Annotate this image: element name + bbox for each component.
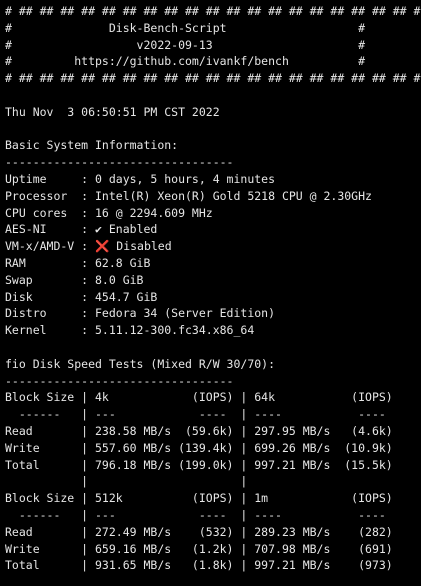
system-info-row: Distro : Fedora 34 (Server Edition) (5, 306, 276, 321)
banner-title: # Disk-Bench-Script # (5, 20, 366, 35)
banner-border-bottom: # ## ## ## ## ## ## ## ## ## ## ## ## ##… (5, 71, 421, 86)
aes-label: AES-NI : (5, 222, 96, 237)
fio-table2-separator: ------ | --- ---- | ---- ---- (5, 507, 393, 522)
system-info-row: RAM : 62.8 GiB (5, 255, 151, 270)
fio-table1-row-total: Total | 796.18 MB/s (199.0k) | 997.21 MB… (5, 457, 393, 472)
vmx-value: Disabled (109, 239, 172, 254)
fio-table2-row-total: Total | 931.65 MB/s (1.8k) | 997.21 MB/s… (5, 558, 393, 573)
system-info-row: Swap : 8.0 GiB (5, 272, 144, 287)
banner-url: # https://github.com/ivankf/bench # (5, 54, 366, 69)
system-info-row-vmx: VM-x/AMD-V : ❌ Disabled (5, 238, 421, 255)
terminal-window: # ## ## ## ## ## ## ## ## ## ## ## ## ##… (0, 0, 421, 586)
fio-table1-header: Block Size | 4k (IOPS) | 64k (IOPS) (5, 390, 393, 405)
fio-table1-spacer: | | (5, 474, 393, 489)
fio-rule: --------------------------------- (5, 373, 234, 388)
banner-version: # v2022-09-13 # (5, 37, 366, 52)
timestamp: Thu Nov 3 06:50:51 PM CST 2022 (5, 104, 220, 119)
check-icon: ✔ (95, 222, 102, 237)
banner-border-top: # ## ## ## ## ## ## ## ## ## ## ## ## ##… (5, 4, 421, 18)
fio-table2-header: Block Size | 512k (IOPS) | 1m (IOPS) (5, 491, 393, 506)
aes-value: Enabled (101, 222, 158, 237)
fio-table2-row-read: Read | 272.49 MB/s (532) | 289.23 MB/s (… (5, 524, 393, 539)
system-info-row: Kernel : 5.11.12-300.fc34.x86_64 (5, 323, 255, 338)
fio-table1-separator: ------ | --- ---- | ---- ---- (5, 407, 393, 422)
cross-icon: ❌ (95, 239, 110, 254)
fio-table1-row-write: Write | 557.60 MB/s (139.4k) | 699.26 MB… (5, 440, 393, 455)
system-info-row-aes: AES-NI : ✔ Enabled (5, 221, 421, 238)
system-info-row: Disk : 454.7 GiB (5, 289, 158, 304)
vmx-label: VM-x/AMD-V : (5, 239, 96, 254)
system-info-row: CPU cores : 16 @ 2294.609 MHz (5, 205, 213, 220)
fio-table2-row-write: Write | 659.16 MB/s (1.2k) | 707.98 MB/s… (5, 541, 393, 556)
system-info-row: Uptime : 0 days, 5 hours, 4 minutes (5, 171, 276, 186)
fio-heading: fio Disk Speed Tests (Mixed R/W 30/70): (5, 356, 276, 371)
fio-table1-row-read: Read | 238.58 MB/s (59.6k) | 297.95 MB/s… (5, 423, 393, 438)
system-info-heading: Basic System Information: (5, 138, 179, 153)
system-info-rule: --------------------------------- (5, 155, 234, 170)
system-info-row: Processor : Intel(R) Xeon(R) Gold 5218 C… (5, 188, 372, 203)
